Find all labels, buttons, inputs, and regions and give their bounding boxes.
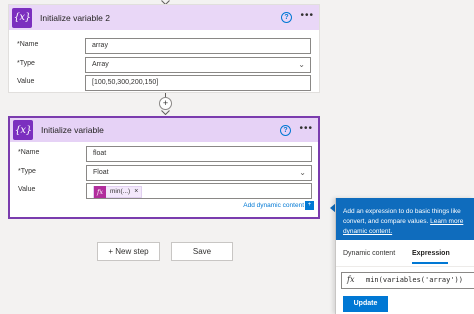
more-options-icon[interactable]: •••	[299, 124, 313, 134]
divider	[336, 266, 474, 267]
type-row: *Type Array ⌄	[9, 57, 319, 73]
arrow-down-icon	[161, 110, 170, 115]
active-tab-indicator	[412, 262, 448, 264]
value-row: Value [100,50,300,200,150]	[9, 75, 319, 91]
action-card-initialize-variable-2[interactable]: {x} Initialize variable 2 ? ••• *Name ar…	[8, 4, 320, 93]
variable-icon: {x}	[12, 7, 32, 28]
learn-more-link[interactable]: Learn more	[430, 218, 463, 225]
info-line-2-text: convert, and compare values.	[343, 218, 429, 225]
help-icon[interactable]: ?	[281, 12, 292, 23]
expression-panel: Add an expression to do basic things lik…	[335, 198, 474, 314]
expression-info-banner: Add an expression to do basic things lik…	[336, 198, 474, 240]
type-dropdown[interactable]: Array ⌄	[85, 57, 311, 73]
type-dropdown[interactable]: Float ⌄	[86, 165, 312, 181]
chevron-down-icon[interactable]: ⌄	[299, 166, 306, 180]
tab-expression[interactable]: Expression	[412, 250, 450, 257]
value-field[interactable]: [100,50,300,200,150]	[85, 75, 311, 91]
save-button[interactable]: Save	[171, 242, 233, 261]
name-label: *Name	[18, 149, 40, 156]
remove-token-icon[interactable]: ×	[134, 185, 141, 199]
info-line-2: convert, and compare values. Learn more	[343, 217, 474, 227]
action-card-initialize-variable[interactable]: {x} Initialize variable ? ••• *Name floa…	[8, 116, 320, 219]
expression-token[interactable]: fx min(...) ×	[93, 185, 143, 199]
update-button[interactable]: Update	[343, 296, 388, 312]
add-dynamic-content-icon[interactable]: +	[305, 201, 314, 210]
add-step-icon[interactable]: +	[159, 97, 172, 110]
variable-icon: {x}	[13, 120, 33, 140]
help-icon[interactable]: ?	[280, 125, 291, 136]
add-dynamic-content-link[interactable]: Add dynamic content	[243, 202, 304, 209]
token-label: min(...)	[110, 188, 131, 195]
type-label: *Type	[18, 168, 36, 175]
name-row: *Name float	[10, 146, 318, 162]
panel-tabs: Dynamic content Expression	[336, 248, 474, 264]
tab-dynamic-content[interactable]: Dynamic content	[343, 250, 395, 257]
expression-text: min(variables('array'))	[366, 276, 463, 284]
value-row: Value fx min(...) ×	[10, 183, 318, 199]
type-value: Float	[93, 169, 109, 176]
info-line-3[interactable]: dynamic content.	[343, 227, 474, 237]
new-step-button[interactable]: + New step	[97, 242, 160, 261]
type-value: Array	[92, 61, 109, 68]
action-header[interactable]: {x} Initialize variable ? •••	[10, 118, 318, 142]
action-title: Initialize variable	[41, 125, 104, 135]
name-label: *Name	[17, 41, 39, 48]
more-options-icon[interactable]: •••	[300, 11, 314, 21]
function-icon: fx	[94, 186, 106, 198]
name-field[interactable]: array	[85, 38, 311, 54]
type-row: *Type Float ⌄	[10, 165, 318, 181]
function-icon: fx	[347, 275, 355, 284]
value-field[interactable]: fx min(...) ×	[86, 183, 312, 199]
name-field[interactable]: float	[86, 146, 312, 162]
action-title: Initialize variable 2	[40, 12, 110, 23]
value-label: Value	[18, 186, 36, 193]
value-label: Value	[17, 78, 35, 85]
type-label: *Type	[17, 60, 35, 67]
info-line-1: Add an expression to do basic things lik…	[343, 208, 461, 215]
expression-input[interactable]: fx min(variables('array'))	[341, 272, 474, 289]
chevron-down-icon[interactable]: ⌄	[298, 58, 305, 72]
name-row: *Name array	[9, 38, 319, 54]
action-header[interactable]: {x} Initialize variable 2 ? •••	[9, 5, 319, 30]
